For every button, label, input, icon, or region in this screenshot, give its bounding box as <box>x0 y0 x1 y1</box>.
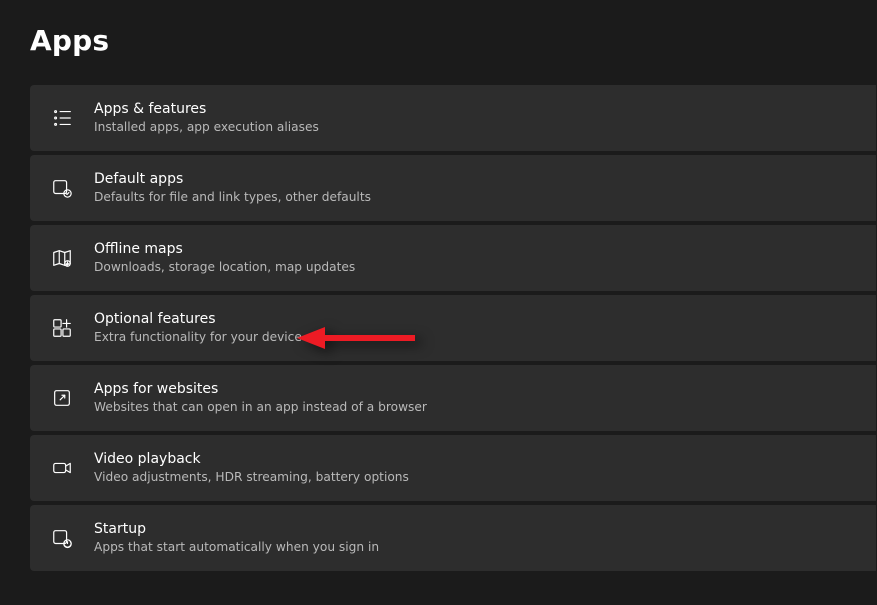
card-text: Default apps Defaults for file and link … <box>94 171 371 205</box>
card-title: Startup <box>94 521 379 539</box>
card-subtitle: Video adjustments, HDR streaming, batter… <box>94 470 409 485</box>
offline-maps-icon <box>50 246 74 270</box>
card-text: Offline maps Downloads, storage location… <box>94 241 355 275</box>
card-startup[interactable]: Startup Apps that start automatically wh… <box>30 505 876 571</box>
card-subtitle: Installed apps, app execution aliases <box>94 120 319 135</box>
card-default-apps[interactable]: Default apps Defaults for file and link … <box>30 155 876 221</box>
card-offline-maps[interactable]: Offline maps Downloads, storage location… <box>30 225 876 291</box>
card-title: Apps for websites <box>94 381 427 399</box>
card-text: Apps for websites Websites that can open… <box>94 381 427 415</box>
optional-features-icon <box>50 316 74 340</box>
card-title: Video playback <box>94 451 409 469</box>
card-subtitle: Websites that can open in an app instead… <box>94 400 427 415</box>
card-subtitle: Apps that start automatically when you s… <box>94 540 379 555</box>
card-text: Startup Apps that start automatically wh… <box>94 521 379 555</box>
card-apps-for-websites[interactable]: Apps for websites Websites that can open… <box>30 365 876 431</box>
page-title: Apps <box>30 24 877 57</box>
card-title: Apps & features <box>94 101 319 119</box>
card-title: Default apps <box>94 171 371 189</box>
card-subtitle: Extra functionality for your device <box>94 330 302 345</box>
card-title: Optional features <box>94 311 302 329</box>
default-apps-icon <box>50 176 74 200</box>
card-optional-features[interactable]: Optional features Extra functionality fo… <box>30 295 876 361</box>
apps-for-websites-icon <box>50 386 74 410</box>
video-playback-icon <box>50 456 74 480</box>
card-text: Optional features Extra functionality fo… <box>94 311 302 345</box>
card-video-playback[interactable]: Video playback Video adjustments, HDR st… <box>30 435 876 501</box>
card-subtitle: Defaults for file and link types, other … <box>94 190 371 205</box>
card-subtitle: Downloads, storage location, map updates <box>94 260 355 275</box>
card-text: Apps & features Installed apps, app exec… <box>94 101 319 135</box>
settings-cards: Apps & features Installed apps, app exec… <box>30 85 877 571</box>
card-apps-features[interactable]: Apps & features Installed apps, app exec… <box>30 85 876 151</box>
card-title: Offline maps <box>94 241 355 259</box>
startup-icon <box>50 526 74 550</box>
card-text: Video playback Video adjustments, HDR st… <box>94 451 409 485</box>
apps-features-icon <box>50 106 74 130</box>
